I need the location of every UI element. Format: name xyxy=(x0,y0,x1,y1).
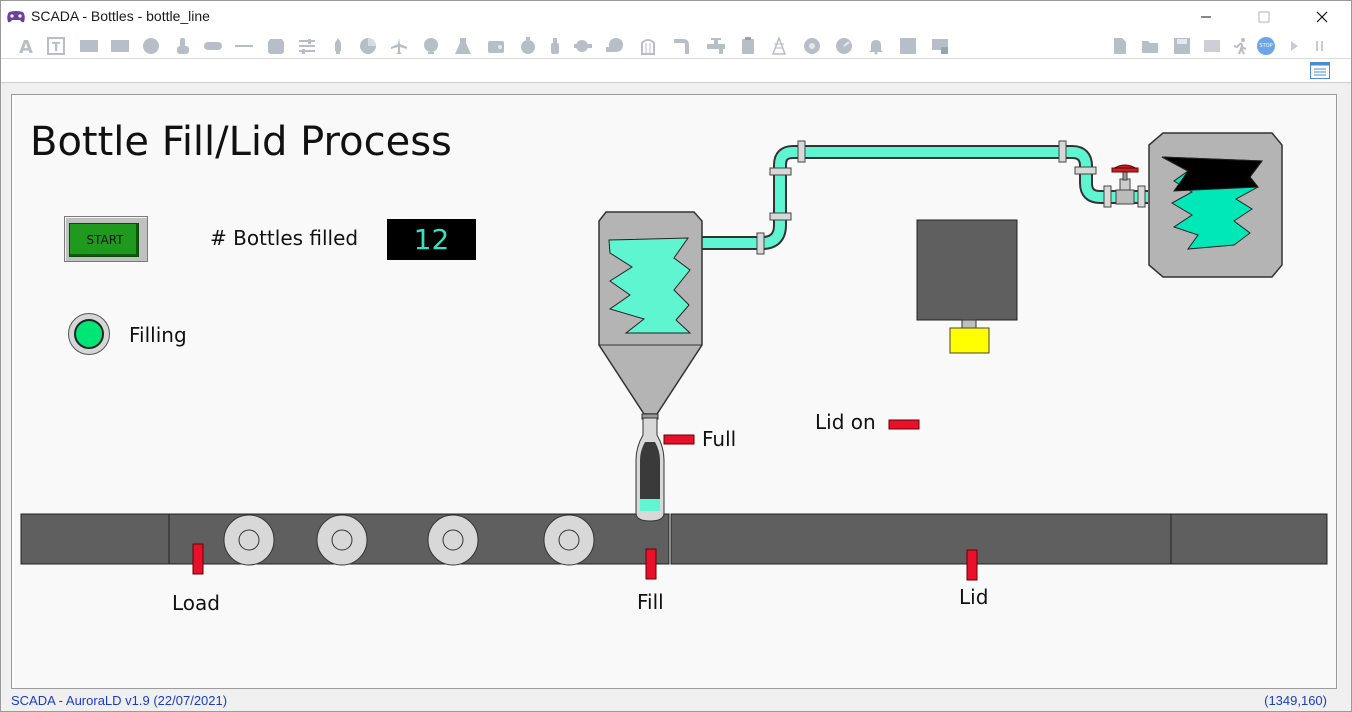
tank-icon[interactable] xyxy=(267,37,285,55)
bell-icon[interactable] xyxy=(867,37,885,55)
stop-label: STOP xyxy=(1259,43,1273,49)
filling-bottle xyxy=(635,417,665,522)
app-window: SCADA - Bottles - bottle_line A T STOP B… xyxy=(0,0,1352,712)
toggle-icon[interactable] xyxy=(204,37,222,55)
lid-machine xyxy=(916,219,1018,354)
full-sensor xyxy=(663,434,695,445)
lid-label: Lid xyxy=(959,585,989,609)
pie-gauge-icon[interactable] xyxy=(359,37,377,55)
wallet-icon[interactable] xyxy=(487,37,505,55)
stop-icon[interactable]: STOP xyxy=(1257,37,1275,55)
stopwatch-icon[interactable] xyxy=(519,37,537,55)
scada-canvas[interactable]: Bottle Fill/Lid Process START # Bottles … xyxy=(11,94,1337,689)
text-tool-icon[interactable]: A xyxy=(18,37,36,55)
display-icon[interactable] xyxy=(1203,37,1221,55)
window-title: SCADA - Bottles - bottle_line xyxy=(31,8,210,24)
flask-icon[interactable] xyxy=(454,37,472,55)
fill-sensor xyxy=(645,548,657,580)
pause-icon[interactable] xyxy=(1311,37,1329,55)
bottle-icon[interactable] xyxy=(546,37,564,55)
cursor-coords: (1349,160) xyxy=(1264,693,1327,708)
maximize-button[interactable] xyxy=(1235,1,1293,33)
monitor-icon[interactable] xyxy=(931,37,949,55)
dial-icon[interactable] xyxy=(803,37,821,55)
lid-on-sensor xyxy=(888,419,920,430)
fan-icon[interactable] xyxy=(606,37,624,55)
circle-icon[interactable] xyxy=(142,37,160,55)
rocket-icon[interactable] xyxy=(329,37,347,55)
pipe-icon[interactable] xyxy=(673,37,691,55)
silo-icon[interactable] xyxy=(639,37,657,55)
number-display-icon[interactable] xyxy=(80,37,98,55)
line-icon[interactable] xyxy=(235,37,253,55)
open-folder-icon[interactable] xyxy=(1141,37,1159,55)
svg-text:T: T xyxy=(52,40,61,54)
load-label: Load xyxy=(172,591,220,615)
gamepad-app-icon xyxy=(7,11,25,23)
play-icon[interactable] xyxy=(1285,37,1303,55)
rectangle-icon[interactable] xyxy=(111,37,129,55)
slider-icon[interactable] xyxy=(298,37,316,55)
secondary-toolbar xyxy=(1,59,1351,83)
svg-text:A: A xyxy=(19,37,33,55)
globe-icon[interactable] xyxy=(422,37,440,55)
clipboard-icon[interactable] xyxy=(739,37,757,55)
valve-icon[interactable] xyxy=(707,37,725,55)
valve-graphic xyxy=(1111,164,1139,205)
run-icon[interactable] xyxy=(1231,37,1249,55)
version-text: SCADA - AuroraLD v1.9 (22/07/2021) xyxy=(11,693,228,708)
minimize-button[interactable] xyxy=(1177,1,1235,33)
load-sensor xyxy=(192,543,204,575)
pump-icon[interactable] xyxy=(574,37,592,55)
lid-on-label: Lid on xyxy=(815,410,876,434)
save-icon[interactable] xyxy=(1173,37,1191,55)
full-label: Full xyxy=(702,427,737,451)
conveyor xyxy=(20,513,1328,565)
tools-toolbar: A T STOP xyxy=(1,33,1351,59)
speedometer-icon[interactable] xyxy=(835,37,853,55)
status-bar: SCADA - AuroraLD v1.9 (22/07/2021) (1349… xyxy=(1,691,1351,712)
maximize-icon xyxy=(1258,11,1270,23)
close-icon xyxy=(1316,11,1328,23)
minimize-icon xyxy=(1201,16,1211,18)
tower-icon[interactable] xyxy=(770,37,788,55)
list-view-icon[interactable] xyxy=(1310,62,1330,79)
fill-hopper xyxy=(598,211,703,420)
new-file-icon[interactable] xyxy=(1111,37,1129,55)
textbox-tool-icon[interactable]: T xyxy=(47,37,65,55)
plane-icon[interactable] xyxy=(390,37,408,55)
title-bar[interactable]: SCADA - Bottles - bottle_line xyxy=(1,1,1351,33)
hand-switch-icon[interactable] xyxy=(174,37,192,55)
supply-tank xyxy=(1148,132,1283,278)
panel-icon[interactable] xyxy=(899,37,917,55)
close-button[interactable] xyxy=(1293,1,1351,33)
lid-sensor xyxy=(966,549,978,581)
fill-label: Fill xyxy=(637,590,664,614)
